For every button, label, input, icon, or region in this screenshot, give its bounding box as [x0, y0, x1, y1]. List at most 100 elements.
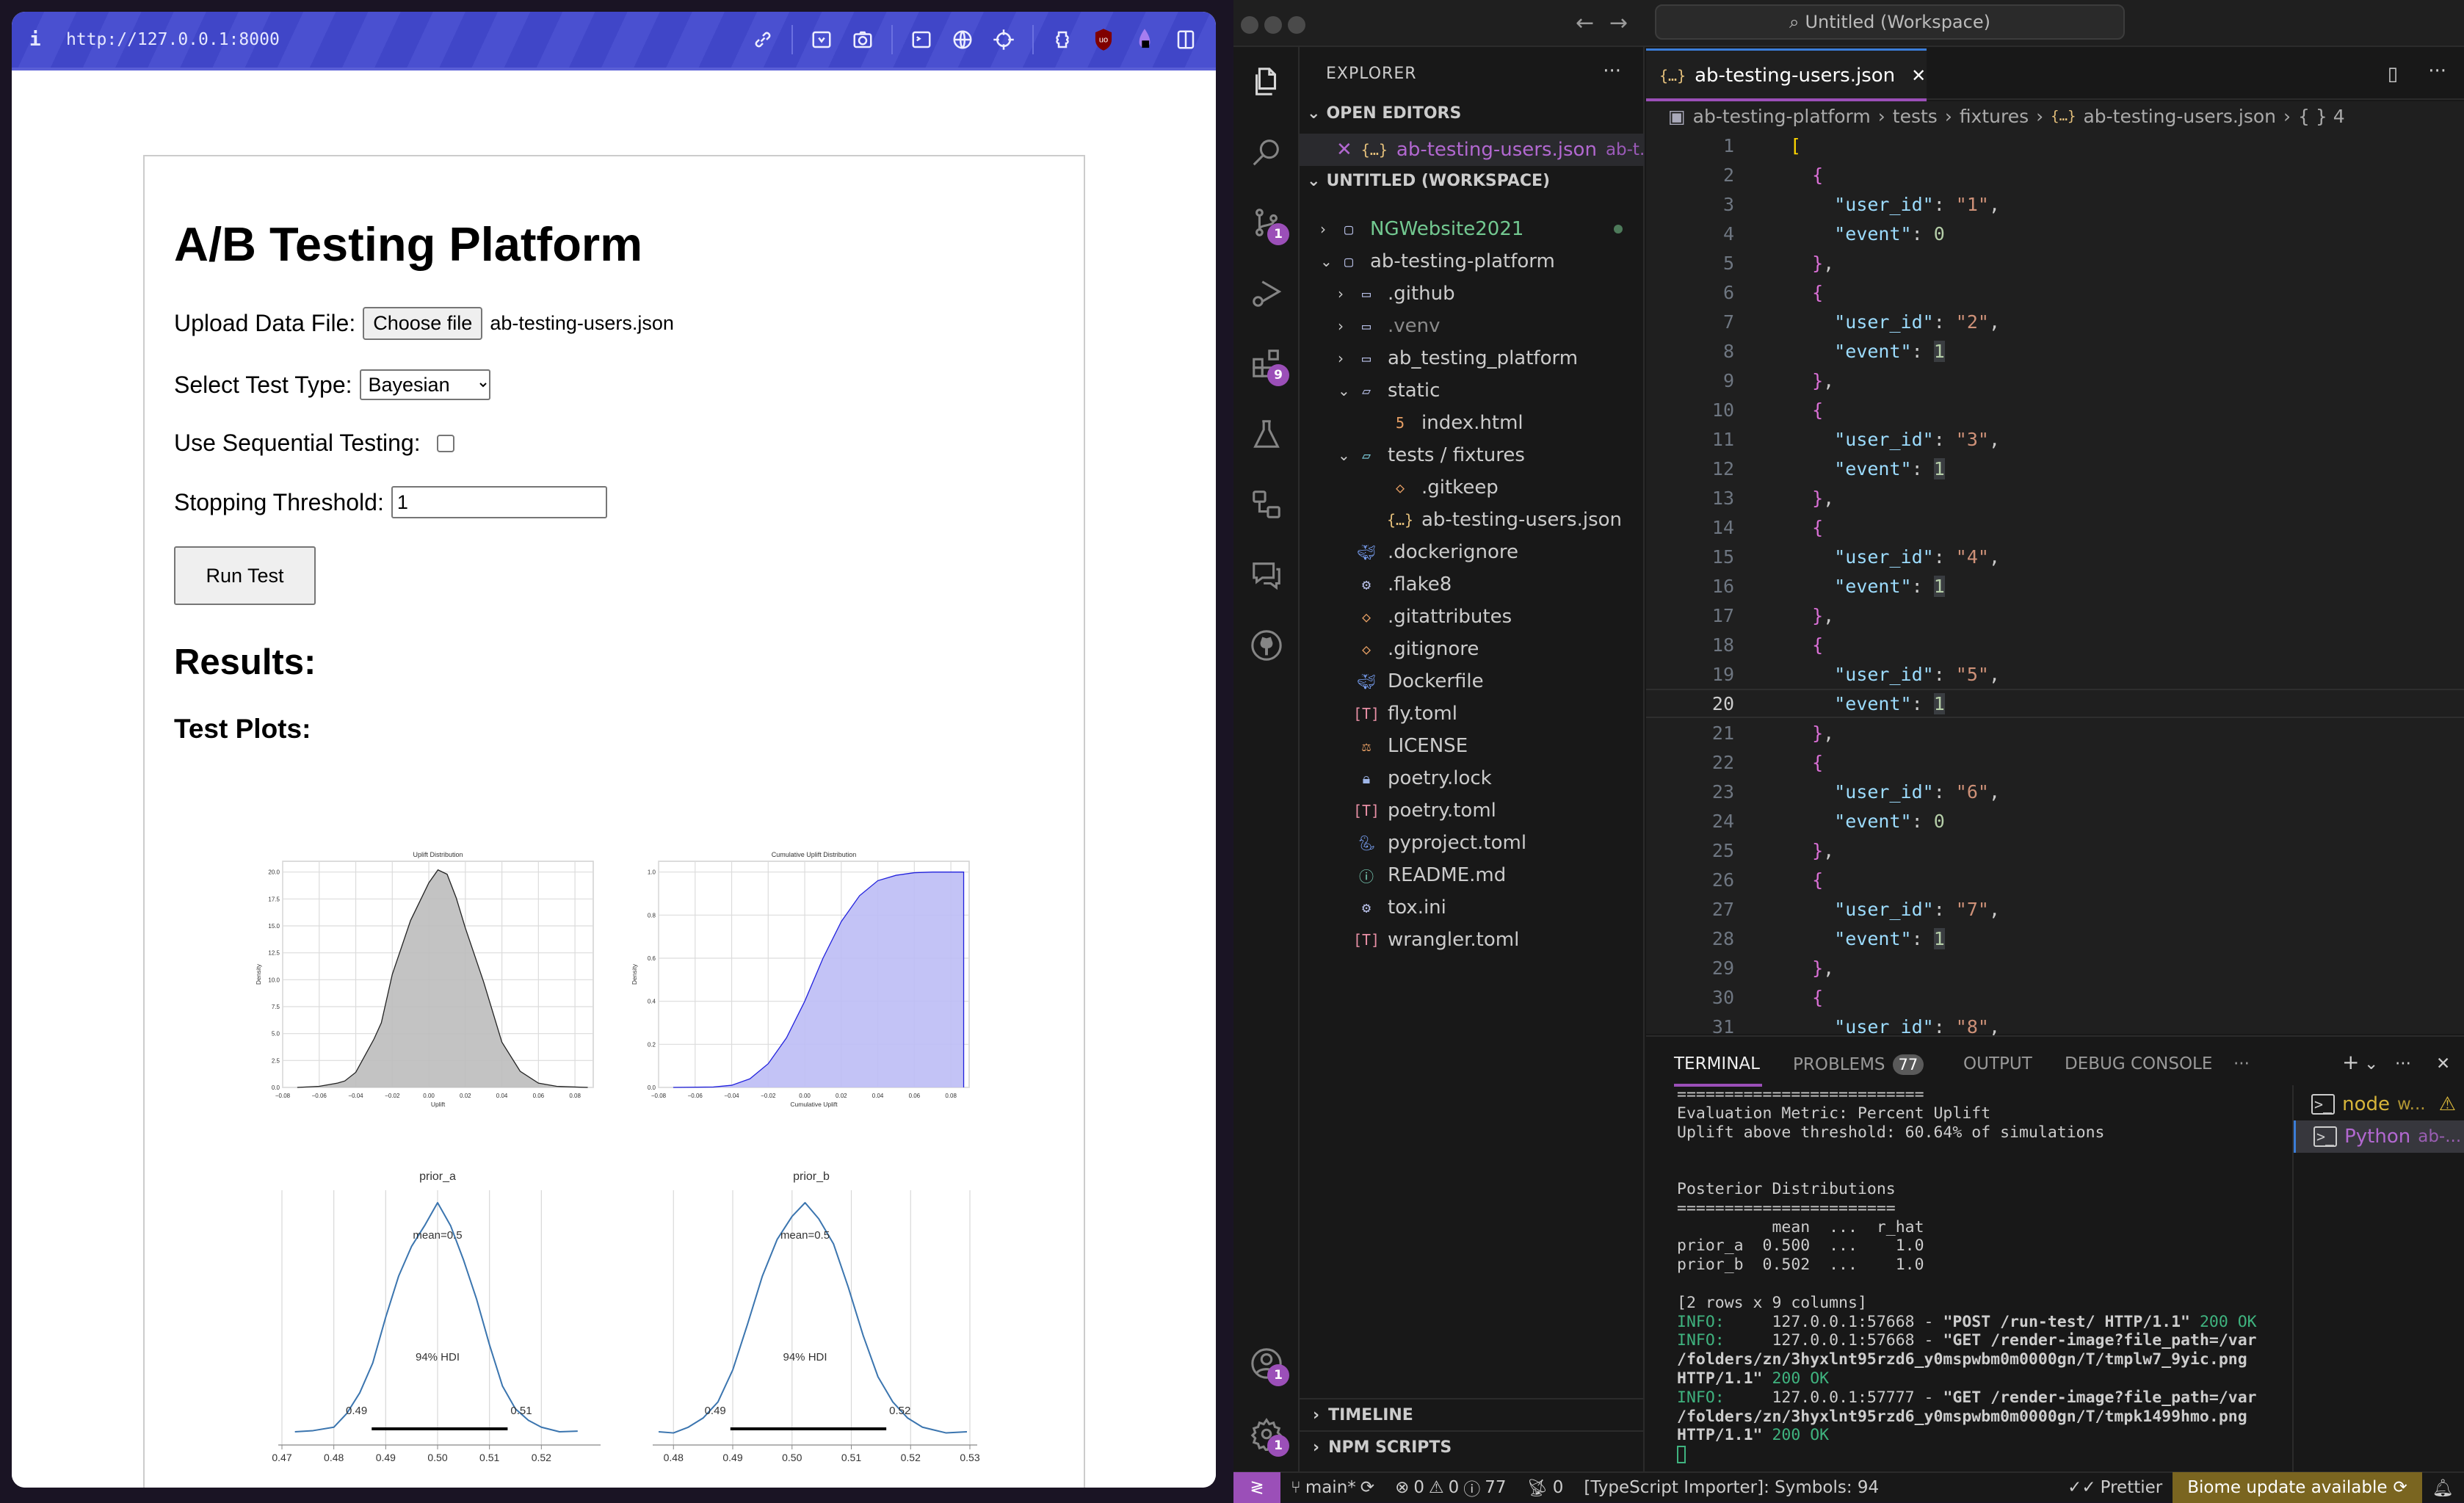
code-line[interactable]: 10 { — [1646, 395, 2464, 424]
forward-arrow-icon[interactable]: → — [1609, 10, 1628, 36]
tree-item[interactable]: 🔒︎ poetry.lock — [1338, 762, 1492, 794]
tree-item[interactable]: 🐍︎ pyproject.toml — [1338, 827, 1526, 859]
code-editor[interactable]: 1[2 {3 "user_id": "1", 4 "event": 05 }, 6 … — [1646, 131, 2464, 1037]
source-control-icon[interactable]: 1 — [1248, 204, 1289, 245]
tree-item[interactable]: ◇ .gitkeep — [1355, 471, 1499, 504]
tree-item[interactable]: ⚙ .flake8 — [1338, 568, 1452, 601]
tree-item[interactable]: ⚙ tox.ini — [1338, 891, 1446, 924]
command-center[interactable]: ⌕ Untitled (Workspace) — [1655, 4, 2125, 40]
code-line[interactable]: 25 }, — [1646, 836, 2464, 865]
open-editor-item[interactable]: ✕ {…} ab-testing-users.json ab-t... — [1300, 134, 1645, 166]
explorer-more-actions-icon[interactable]: ··· — [1603, 60, 1621, 82]
timeline-section[interactable]: › TIMELINE — [1300, 1398, 1645, 1430]
code-line[interactable]: 9 }, — [1646, 366, 2464, 395]
lock-extension-icon[interactable] — [1132, 27, 1157, 52]
code-line[interactable]: 20 "event": 1 — [1646, 689, 2464, 718]
tree-item[interactable]: [T] poetry.toml — [1338, 794, 1496, 827]
tree-item[interactable]: ⚖ LICENSE — [1338, 730, 1468, 762]
sidebar-icon[interactable] — [1173, 27, 1198, 52]
code-line[interactable]: 28 "event": 1 — [1646, 924, 2464, 953]
terminal-more-icon[interactable]: ··· — [2395, 1054, 2411, 1073]
tree-item[interactable]: 🐳︎ .dockerignore — [1338, 536, 1518, 568]
code-line[interactable]: 30 { — [1646, 982, 2464, 1012]
tab-debug-console[interactable]: DEBUG CONSOLE — [2065, 1054, 2212, 1073]
code-line[interactable]: 2 { — [1646, 160, 2464, 189]
tree-item[interactable]: › ▢ NGWebsite2021 — [1320, 213, 1623, 245]
breadcrumb-item[interactable]: tests — [1893, 106, 1938, 127]
code-line[interactable]: 13 }, — [1646, 483, 2464, 513]
breadcrumb-item[interactable]: fixtures — [1960, 106, 2029, 127]
code-line[interactable]: 29 }, — [1646, 953, 2464, 982]
explorer-icon[interactable] — [1248, 63, 1285, 100]
terminal-instance[interactable]: >_ Python ab-... — [2294, 1120, 2464, 1153]
code-line[interactable]: 24 "event": 0 — [1646, 806, 2464, 836]
tab-terminal[interactable]: TERMINAL — [1674, 1054, 1760, 1073]
ublock-icon[interactable]: uo — [1091, 27, 1116, 52]
stopping-threshold-input[interactable] — [391, 486, 607, 518]
remote-indicator-icon[interactable]: ≷ — [1233, 1472, 1280, 1503]
extension-icon[interactable] — [1050, 27, 1075, 52]
biome-update-status[interactable]: Biome update available ⟳ — [2173, 1472, 2422, 1503]
code-line[interactable]: 6 { — [1646, 278, 2464, 307]
tree-item[interactable]: ⌄ ▢ ab-testing-platform — [1320, 245, 1555, 278]
site-info-icon[interactable]: i — [29, 29, 59, 51]
code-line[interactable]: 11 "user_id": "3", — [1646, 424, 2464, 454]
extensions-icon[interactable]: 9 — [1248, 345, 1289, 386]
tree-item[interactable]: ⓘ README.md — [1338, 859, 1506, 891]
breadcrumb-item[interactable]: ab-testing-users.json — [2083, 106, 2276, 127]
code-line[interactable]: 22 { — [1646, 747, 2464, 777]
terminal-output[interactable]: ========================== Evaluation Met… — [1677, 1085, 2323, 1464]
code-line[interactable]: 5 }, — [1646, 248, 2464, 278]
maximize-window-button[interactable] — [1288, 16, 1305, 34]
back-arrow-icon[interactable]: ← — [1576, 10, 1594, 36]
problems-status[interactable]: ⊗ 0 ⚠ 0 ⓘ 77 — [1385, 1475, 1516, 1500]
close-tab-icon[interactable]: ✕ — [1911, 65, 1926, 86]
code-line[interactable]: 12 "event": 1 — [1646, 454, 2464, 483]
crosshair-icon[interactable] — [991, 27, 1016, 52]
workspace-section[interactable]: ⌄ UNTITLED (WORKSPACE) — [1307, 172, 1550, 190]
editor-more-actions-icon[interactable]: ··· — [2428, 60, 2446, 82]
screenshot-icon[interactable] — [809, 27, 834, 52]
tab-output[interactable]: OUTPUT — [1963, 1054, 2032, 1073]
code-line[interactable]: 4 "event": 0 — [1646, 219, 2464, 248]
tree-item[interactable]: 🐳︎ Dockerfile — [1338, 665, 1483, 698]
sequential-testing-checkbox[interactable] — [436, 434, 454, 452]
globe-icon[interactable] — [950, 27, 975, 52]
run-test-button[interactable]: Run Test — [174, 546, 316, 605]
code-line[interactable]: 16 "event": 1 — [1646, 571, 2464, 601]
tree-item[interactable]: ⌄ ▱ tests / fixtures — [1338, 439, 1525, 471]
code-line[interactable]: 21 }, — [1646, 718, 2464, 747]
code-line[interactable]: 18 { — [1646, 630, 2464, 659]
panel-more-icon[interactable]: ··· — [2233, 1054, 2250, 1073]
tree-item[interactable]: ⌄ ▱ static — [1338, 374, 1440, 407]
tree-item[interactable]: › ▭ .venv — [1338, 310, 1441, 342]
code-line[interactable]: 1[ — [1646, 131, 2464, 160]
tree-item[interactable]: [T] fly.toml — [1338, 698, 1457, 730]
search-icon[interactable] — [1248, 134, 1285, 170]
terminal-prompt[interactable] — [1677, 1445, 2323, 1464]
code-line[interactable]: 23 "user_id": "6", — [1646, 777, 2464, 806]
tree-item[interactable]: › ▭ ab_testing_platform — [1338, 342, 1578, 374]
code-line[interactable]: 26 { — [1646, 865, 2464, 894]
code-line[interactable]: 7 "user_id": "2", — [1646, 307, 2464, 336]
github-icon[interactable] — [1248, 627, 1285, 664]
close-window-button[interactable] — [1241, 16, 1258, 34]
minimize-window-button[interactable] — [1264, 16, 1282, 34]
link-icon[interactable] — [750, 27, 775, 52]
code-line[interactable]: 17 }, — [1646, 601, 2464, 630]
choose-file-button[interactable]: Choose file — [363, 307, 483, 340]
tree-item[interactable]: [T] wrangler.toml — [1338, 924, 1519, 956]
test-type-select[interactable]: Bayesian — [359, 369, 490, 400]
new-terminal-icon[interactable]: + — [2342, 1050, 2359, 1074]
code-line[interactable]: 27 "user_id": "7", — [1646, 894, 2464, 924]
tab-problems[interactable]: PROBLEMS 77 — [1793, 1054, 1924, 1075]
chat-icon[interactable] — [1248, 557, 1285, 593]
remote-explorer-icon[interactable] — [1248, 486, 1285, 523]
camera-icon[interactable] — [850, 27, 875, 52]
chevron-down-icon[interactable]: ⌄ — [2364, 1054, 2378, 1073]
ts-importer-status[interactable]: [TypeScript Importer]: Symbols: 94 — [1573, 1478, 1889, 1497]
testing-icon[interactable] — [1248, 416, 1285, 452]
terminal-icon[interactable] — [909, 27, 934, 52]
tree-item[interactable]: › ▭ .github — [1338, 278, 1455, 310]
tab-ab-testing-users-json[interactable]: {…} ab-testing-users.json ✕ — [1646, 48, 1927, 101]
